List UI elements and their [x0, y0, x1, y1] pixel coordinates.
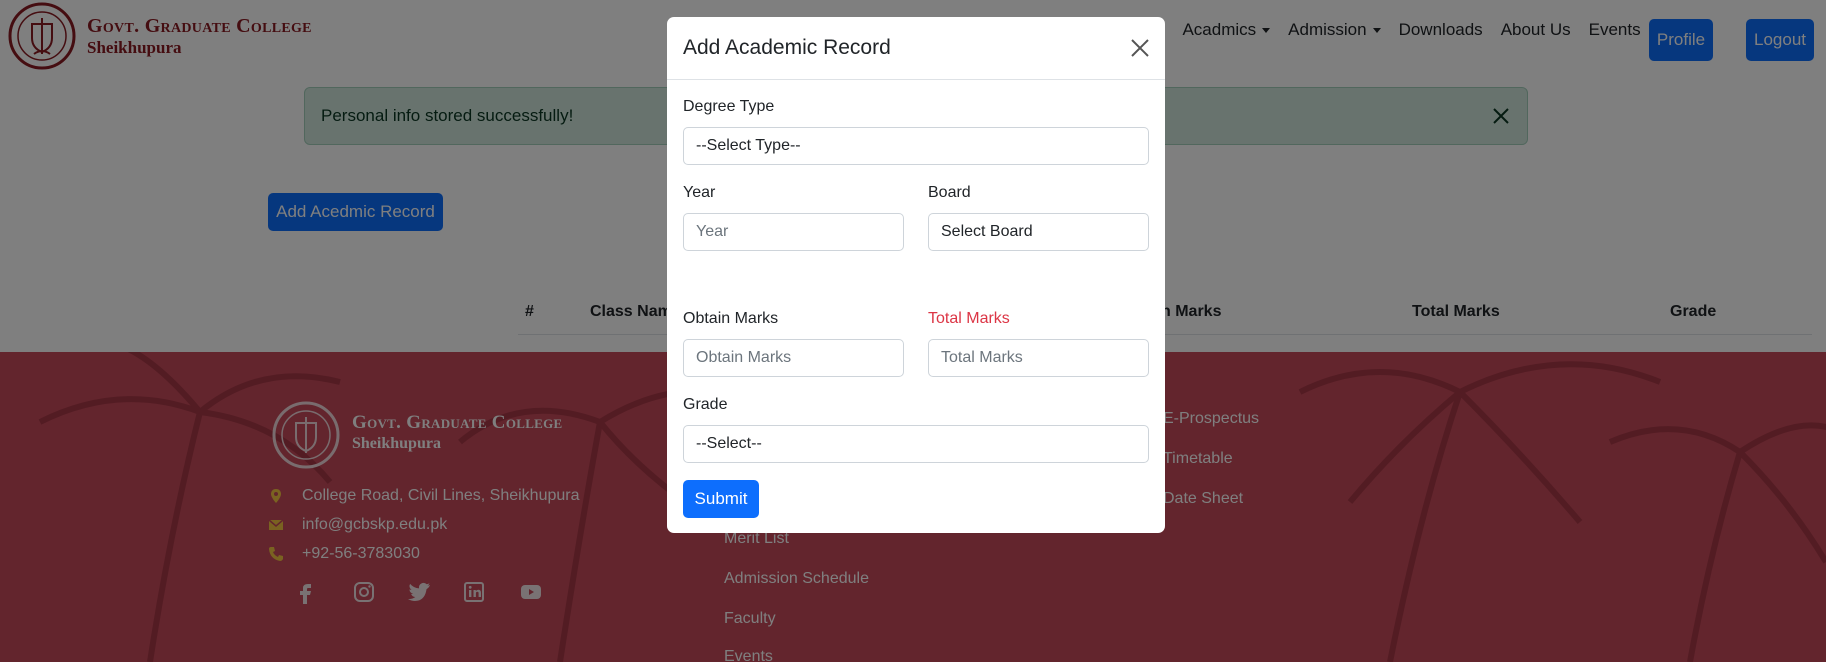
- degree-type-value: --Select Type--: [696, 137, 801, 154]
- degree-type-label: Degree Type: [683, 98, 775, 115]
- total-marks-label: Total Marks: [928, 310, 1010, 327]
- year-placeholder: Year: [696, 223, 729, 240]
- obtain-marks-input[interactable]: Obtain Marks: [683, 339, 904, 377]
- submit-button[interactable]: Submit: [683, 480, 759, 518]
- degree-type-select[interactable]: --Select Type--: [683, 127, 1149, 165]
- year-label: Year: [683, 184, 716, 201]
- board-select[interactable]: Select Board: [928, 213, 1149, 251]
- modal-header: Add Academic Record: [667, 17, 1165, 80]
- board-label: Board: [928, 184, 971, 201]
- grade-value: --Select--: [696, 435, 762, 452]
- total-marks-input[interactable]: Total Marks: [928, 339, 1149, 377]
- grade-label: Grade: [683, 396, 728, 413]
- obtain-marks-label: Obtain Marks: [683, 310, 779, 327]
- year-input[interactable]: Year: [683, 213, 904, 251]
- grade-select[interactable]: --Select--: [683, 425, 1149, 463]
- add-academic-record-modal: Add Academic Record Degree Type --Select…: [667, 17, 1165, 533]
- obtain-marks-placeholder: Obtain Marks: [696, 349, 792, 366]
- modal-title: Add Academic Record: [683, 36, 891, 59]
- total-marks-placeholder: Total Marks: [941, 349, 1023, 366]
- board-value: Select Board: [941, 223, 1033, 240]
- close-icon[interactable]: [1129, 37, 1151, 59]
